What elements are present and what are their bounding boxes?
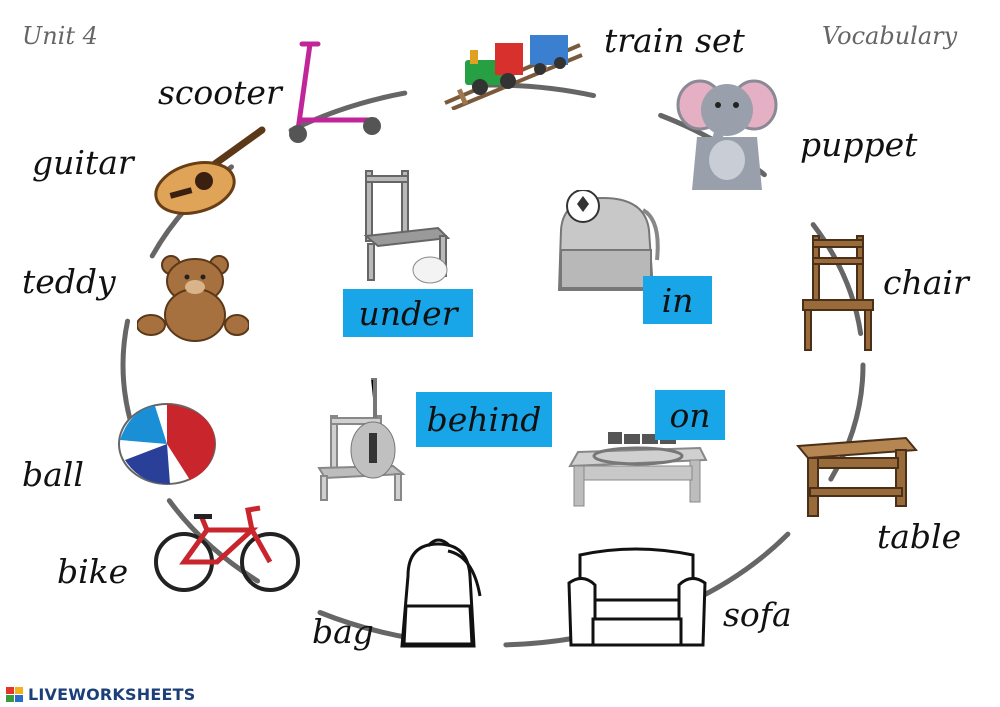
label-bike: bike — [57, 552, 129, 591]
footer-brand: LIVEWORKSHEETS — [6, 685, 195, 704]
label-puppet: puppet — [800, 125, 918, 164]
guitar-icon — [154, 126, 266, 215]
label-scooter: scooter — [158, 73, 282, 112]
prep-on[interactable]: on — [655, 390, 725, 440]
train-set-icon — [444, 35, 583, 110]
label-sofa: sofa — [723, 595, 792, 634]
bag-icon — [400, 538, 482, 648]
table-icon — [795, 436, 918, 517]
label-table: table — [877, 517, 962, 556]
table-on-icon — [568, 432, 708, 507]
label-train-set: train set — [604, 21, 745, 60]
sofa-icon — [567, 547, 707, 647]
unit-title: Unit 4 — [22, 22, 98, 50]
scooter-icon — [289, 41, 381, 143]
label-ball: ball — [22, 455, 84, 494]
chair-under-icon — [363, 170, 451, 284]
label-chair: chair — [883, 263, 969, 302]
teddy-icon — [137, 255, 249, 342]
prep-behind[interactable]: behind — [416, 392, 552, 447]
puppet-icon — [676, 79, 778, 190]
prep-in[interactable]: in — [643, 276, 712, 324]
topic-title: Vocabulary — [822, 22, 958, 50]
worksheet-page: Unit 4 Vocabulary train set puppet chair… — [0, 0, 1000, 707]
brand-name[interactable]: LIVEWORKSHEETS — [28, 685, 195, 704]
bike-icon — [154, 505, 300, 592]
chair-icon — [802, 235, 874, 351]
ball-icon — [118, 403, 216, 485]
label-teddy: teddy — [22, 262, 116, 301]
label-bag: bag — [312, 612, 374, 651]
label-guitar: guitar — [32, 143, 134, 182]
prep-under[interactable]: under — [343, 289, 473, 337]
chair-behind-icon — [317, 378, 406, 501]
liveworksheets-logo-icon — [6, 686, 23, 702]
